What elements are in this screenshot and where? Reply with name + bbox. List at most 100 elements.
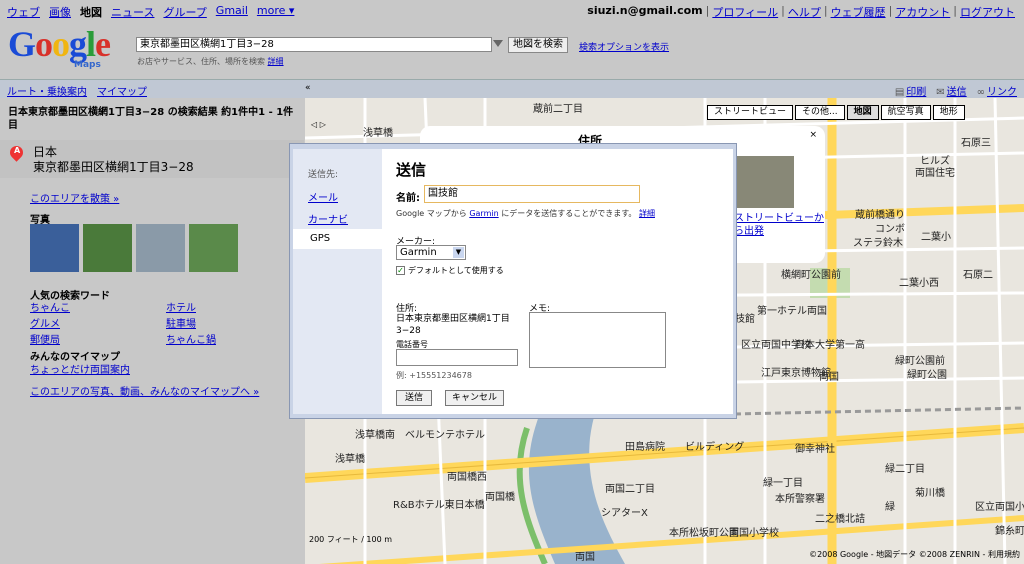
map-type-button[interactable]: ストリートビュー [707,105,794,120]
result-summary: 日本東京都墨田区横網1丁目3−28 の検索結果 約1件中1 - 1件目 [8,107,294,131]
popular-keywords: ちゃんこ ホテル グルメ 駐車場 郵便局 ちゃんこ鍋 [30,299,250,346]
service-nav: ウェブ 画像 地図 ニュース グループ Gmail more ▾ [7,4,294,20]
map-label: 石原三 [961,138,991,149]
map-label: 二之橋北詰 [815,514,865,525]
area-photos-link[interactable]: このエリアの写真、動画、みんなのマイマップへ » [30,383,259,398]
chevron-down-icon[interactable]: ▼ [453,247,464,258]
map-type-button[interactable]: 航空写真 [880,105,931,120]
map-label: 横網町公園前 [781,270,841,281]
account-link[interactable]: アカウント [892,4,953,20]
gps-note: Google マップから Garmin にデータを送信することができます。 詳細 [396,209,655,218]
search-map-button[interactable]: 地図を検索 [508,37,568,53]
nav-item-3[interactable]: ニュース [111,4,154,20]
map-label: 区立両国中学校 [741,340,811,351]
keyword-link[interactable]: グルメ [30,315,166,330]
directions-link[interactable]: ルート・乗換案内 [7,83,87,98]
map-label: シアターX [601,508,648,519]
my-map-link[interactable]: ちょっとだけ両国案内 [30,361,130,376]
send-button[interactable]: 送信 [396,390,433,406]
memo-textarea[interactable] [529,312,666,368]
nav-item-6[interactable]: more ▾ [257,4,295,20]
name-input[interactable]: 国技館 [424,185,640,203]
map-label: 両国橋西 [447,472,487,483]
map-label: 緑町公園 [907,370,947,381]
map-copyright: ©2008 Google - 地図データ ©2008 ZENRIN - 利用規約 [809,550,1020,559]
map-label: 本所警察署 [775,494,825,505]
cancel-button[interactable]: キャンセル [445,390,505,406]
map-label: 二葉小 [921,232,951,243]
dialog-title: 送信 [396,161,427,179]
search-hint-detail-link[interactable]: 詳細 [268,57,284,66]
map-type-button[interactable]: 地図 [846,105,879,120]
search-history-dropdown-icon[interactable] [493,40,503,47]
map-label: 両国住宅 [915,168,955,179]
photo-thumbnail[interactable] [189,224,238,272]
map-label: 緑一丁目 [763,478,803,489]
send-option-email[interactable]: メール [308,189,338,204]
detail-link[interactable]: 詳細 [639,209,655,218]
result-item[interactable]: A 日本 東京都墨田区横網1丁目3−28 [0,140,304,178]
photo-thumbnail[interactable] [83,224,132,272]
logout-link[interactable]: ログアウト [957,4,1018,20]
logo-maps-label: Maps [74,60,101,70]
keyword-link[interactable]: ちゃんこ鍋 [166,331,250,346]
keyword-link[interactable]: 駐車場 [166,315,250,330]
strip-left-links: ルート・乗換案内 マイマップ [7,83,147,98]
explore-area-link[interactable]: このエリアを散策 » [30,190,119,205]
send-option-gps[interactable]: GPS [293,229,382,249]
maker-select[interactable]: Garmin ▼ [396,245,466,260]
send-option-car-nav[interactable]: カーナビ [308,211,348,226]
profile-link[interactable]: プロフィール [709,4,781,20]
my-maps-link[interactable]: マイマップ [97,83,147,98]
map-label: 菊川橋 [915,488,945,499]
default-checkbox[interactable]: ✓ [396,266,405,275]
nav-item-1[interactable]: 画像 [49,4,71,20]
logo-text: Google [8,24,111,64]
map-label: 両国小学校 [729,528,779,539]
keyword-link[interactable]: ちゃんこ [30,299,166,314]
map-label: 蔵前橋通り [855,210,905,221]
collapse-panel-icon[interactable]: « [305,83,315,93]
send-form: 送信 名前: 国技館 Google マップから Garmin にデータを送信する… [382,149,733,414]
web-history-link[interactable]: ウェブ履歴 [828,4,889,20]
photo-thumbnail[interactable] [136,224,185,272]
garmin-link[interactable]: Garmin [469,209,498,218]
print-link[interactable]: 印刷 [906,87,926,98]
map-label: ベルモンテホテル [405,430,485,441]
street-view-link[interactable]: ストリートビューから出発 [734,212,825,238]
send-target-sidebar: 送信先: メール カーナビ GPS [293,149,382,414]
google-maps-logo[interactable]: Google Maps [8,26,128,70]
keyword-link[interactable]: ホテル [166,299,250,314]
street-view-thumbnail[interactable] [734,156,794,208]
phone-input[interactable] [396,349,518,366]
map-label: 御幸神社 [795,444,835,455]
marker-letter: A [14,146,21,155]
help-link[interactable]: ヘルプ [785,4,824,20]
mail-icon: ✉ [936,87,945,98]
close-icon[interactable]: × [809,130,817,140]
map-type-button[interactable]: 地形 [932,105,965,120]
nav-item-4[interactable]: グループ [163,4,206,20]
search-input[interactable]: 東京都墨田区横網1丁目3−28 [136,37,492,52]
map-label: 錦糸町 [995,526,1024,537]
strip-right-links: ▤ 印刷 ✉ 送信 ∞ リンク [895,83,1017,98]
default-checkbox-row[interactable]: ✓ デフォルトとして使用する [396,265,504,276]
nav-item-5[interactable]: Gmail [216,4,248,20]
nav-item-2[interactable]: 地図 [80,4,102,20]
print-icon: ▤ [894,87,905,98]
search-options-link[interactable]: 検索オプションを表示 [579,40,669,53]
pan-control[interactable]: ◁ ▷ [311,120,351,134]
nav-item-0[interactable]: ウェブ [7,4,40,20]
photo-thumbnail[interactable] [30,224,79,272]
photo-strip [30,224,238,272]
send-target-heading: 送信先: [308,170,339,180]
map-label: 緑二丁目 [885,464,925,475]
send-link[interactable]: 送信 [947,87,967,98]
map-type-button[interactable]: その他... [795,105,845,120]
map-label: 浅草橋 [363,128,393,139]
results-panel: 日本東京都墨田区横網1丁目3−28 の検索結果 約1件中1 - 1件目 A 日本… [0,98,304,564]
map-label: 両国二丁目 [605,484,655,495]
map-label: 両国橋 [485,492,515,503]
keyword-link[interactable]: 郵便局 [30,331,166,346]
link-link[interactable]: リンク [987,87,1017,98]
